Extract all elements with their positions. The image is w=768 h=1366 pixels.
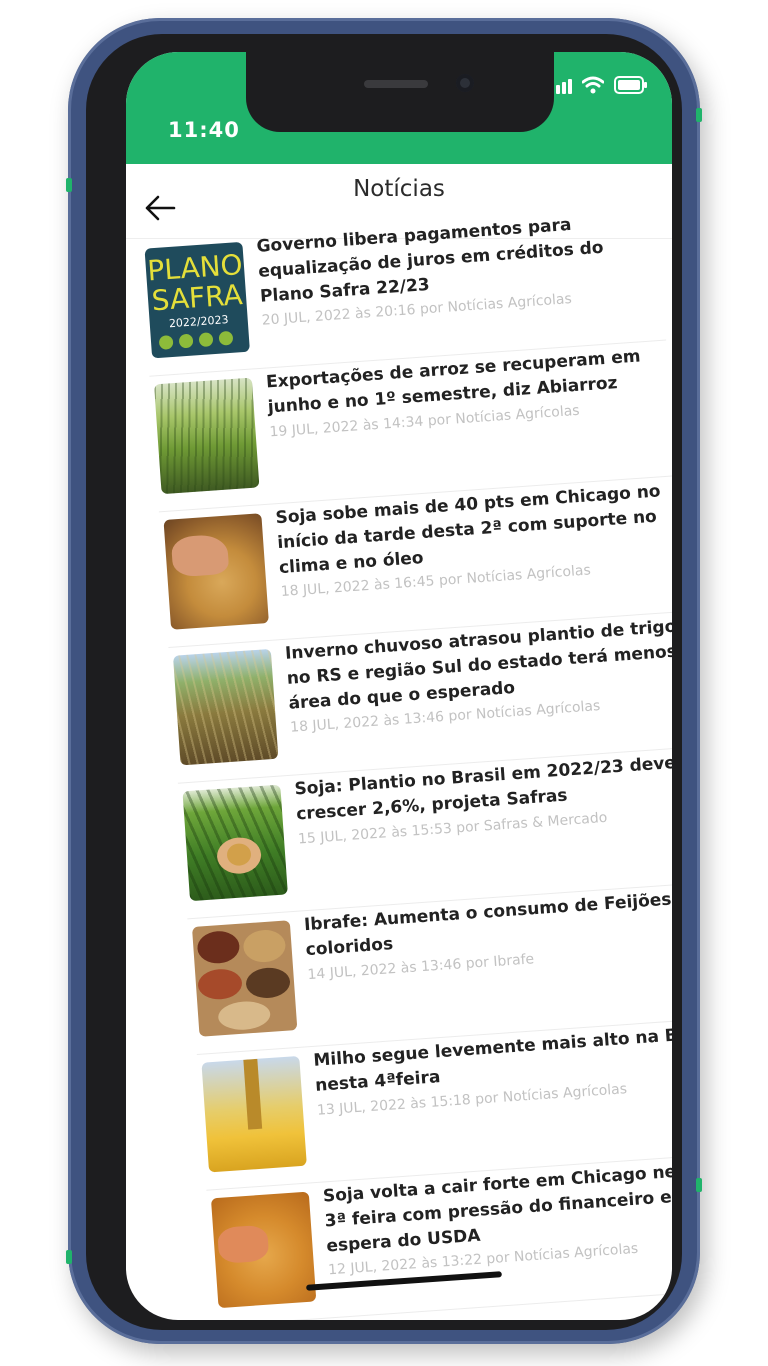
app-screen: 11:40 Notícias PLANO SAFRA 2022/2023 Gov… [126,52,672,1320]
notch [246,52,554,132]
status-icons [550,76,648,94]
news-thumbnail-corn-harvest [201,1055,307,1173]
news-thumbnail-plano-safra: PLANO SAFRA 2022/2023 [144,241,250,359]
news-thumbnail-soy-plantation [182,784,288,902]
status-time: 11:40 [168,118,240,142]
news-thumbnail-beans-sacks [191,920,298,1037]
news-thumbnail-soybeans-orange [210,1191,317,1309]
page-title: Notícias [353,176,445,202]
frame-accent [696,1178,702,1192]
news-thumbnail-rice-field [154,377,260,495]
frame-accent [66,1250,72,1264]
front-camera [456,74,474,92]
news-list: PLANO SAFRA 2022/2023 Governo libera pag… [126,204,672,1320]
frame-accent [696,108,702,122]
plano-safra-line2: SAFRA [150,278,244,318]
battery-icon [614,76,647,94]
news-thumbnail-wheat-field [172,648,279,766]
wifi-icon [582,76,604,94]
back-button[interactable] [144,194,184,230]
speaker-grille [364,80,428,88]
frame-accent [66,178,72,192]
plano-safra-badges [158,330,234,350]
arrow-left-icon [145,195,176,221]
news-thumbnail-soybeans-hand [163,513,269,630]
